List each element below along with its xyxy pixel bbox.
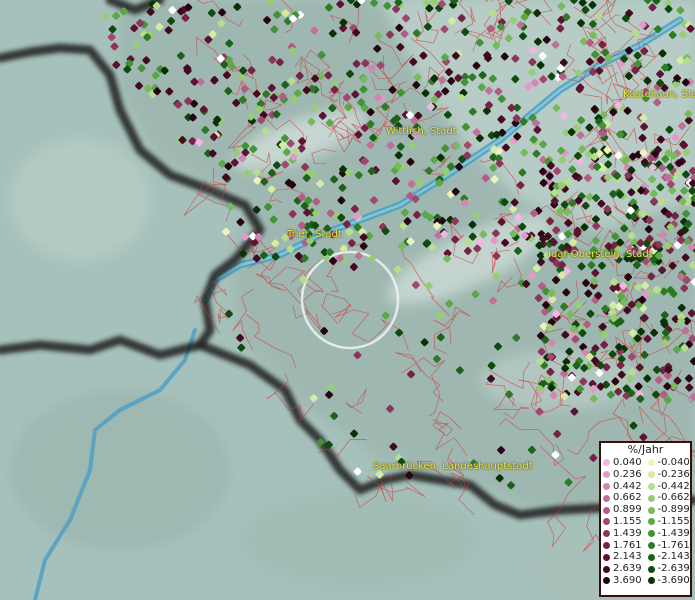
map-legend: %/Jahr 0.040 -0.040 0.236 -0.236 0.442 -0.442…	[599, 441, 692, 597]
legend-label: 0.040	[613, 457, 642, 468]
legend-label: -0.899	[657, 504, 690, 516]
legend-row: 2.143 -2.143	[601, 551, 690, 563]
legend-swatch	[603, 530, 610, 538]
legend-row: 0.236 -0.236	[601, 469, 690, 481]
legend-entry-positive: 1.155	[601, 516, 646, 528]
legend-label: 3.690	[613, 574, 642, 586]
map-canvas[interactable]	[0, 0, 695, 600]
legend-label: 0.442	[613, 480, 642, 492]
place-label-trier: Trier, Stadt	[287, 229, 342, 240]
legend-swatch	[647, 541, 655, 549]
legend-title: %/Jahr	[627, 443, 664, 456]
legend-entry-positive: 0.236	[601, 469, 646, 481]
place-label-idar-oberstein: Idar-Oberstein, Stadt	[548, 249, 653, 260]
legend-swatch	[603, 471, 610, 479]
legend-swatch	[647, 471, 655, 479]
legend-entry-positive: 0.442	[601, 481, 646, 493]
legend-swatch	[647, 518, 655, 526]
legend-row: 1.761 -1.761	[601, 540, 690, 552]
legend-entry-positive: 0.040	[601, 457, 646, 469]
legend-swatch	[603, 541, 610, 549]
legend-swatch	[603, 553, 610, 561]
legend-label: 1.155	[613, 515, 642, 527]
legend-entry-negative: -1.761	[646, 540, 691, 552]
legend-swatch	[647, 506, 655, 514]
legend-swatch	[647, 494, 655, 502]
legend-row: 0.442 -0.442	[601, 481, 690, 493]
legend-row: 3.690 -3.690	[601, 575, 690, 587]
legend-swatch	[603, 506, 610, 514]
legend-entry-positive: 0.662	[601, 492, 646, 504]
legend-entry-negative: -2.639	[646, 563, 691, 575]
legend-entry-negative: -0.236	[646, 469, 691, 481]
legend-label: 0.236	[613, 468, 642, 480]
legend-entry-negative: -1.439	[646, 528, 691, 540]
place-label-kastellaun: Kastellaun, Sta	[623, 89, 695, 100]
legend-label: -0.442	[657, 480, 690, 492]
legend-swatch	[603, 518, 610, 526]
legend-row: 0.040 -0.040	[601, 457, 690, 469]
legend-entry-negative: -2.143	[646, 551, 691, 563]
legend-entry-positive: 3.690	[601, 575, 646, 587]
legend-entry-positive: 2.639	[601, 563, 646, 575]
legend-label: -1.439	[657, 527, 690, 539]
legend-swatch	[647, 530, 655, 538]
legend-row: 0.899 -0.899	[601, 504, 690, 516]
legend-entry-positive: 0.899	[601, 504, 646, 516]
legend-swatch	[603, 494, 610, 502]
legend-label: 2.143	[613, 551, 642, 563]
place-label-wittlich: Wittlich, Stadt	[386, 126, 457, 137]
legend-swatch	[647, 482, 655, 490]
legend-entry-positive: 1.761	[601, 540, 646, 552]
legend-label: -2.639	[657, 563, 690, 575]
legend-entry-negative: -1.155	[646, 516, 691, 528]
legend-label: 2.639	[613, 563, 642, 575]
legend-row: 1.439 -1.439	[601, 528, 690, 540]
legend-entry-negative: -0.442	[646, 481, 691, 493]
legend-entry-negative: -0.662	[646, 492, 691, 504]
legend-label: -0.236	[657, 468, 690, 480]
legend-label: -0.040	[657, 457, 690, 468]
legend-swatch	[603, 577, 610, 585]
legend-label: 1.439	[613, 527, 642, 539]
legend-entry-negative: -3.690	[646, 575, 691, 587]
legend-label: -1.155	[657, 515, 690, 527]
place-label-saarbruecken: Saarbrücken, Landeshauptstadt	[373, 461, 533, 472]
legend-label: 0.899	[613, 504, 642, 516]
legend-label: 0.662	[613, 492, 642, 504]
legend-label: -2.143	[657, 551, 690, 563]
legend-row: 1.155 -1.155	[601, 516, 690, 528]
legend-entry-negative: -0.899	[646, 504, 691, 516]
legend-label: 1.761	[613, 539, 642, 551]
legend-entry-positive: 2.143	[601, 551, 646, 563]
legend-entry-negative: -0.040	[646, 457, 691, 469]
legend-label: -0.662	[657, 492, 690, 504]
legend-label: -1.761	[657, 539, 690, 551]
legend-row: 2.639 -2.639	[601, 563, 690, 575]
legend-swatch	[647, 577, 655, 585]
legend-swatch	[603, 565, 610, 573]
legend-swatch	[603, 482, 610, 490]
legend-row: 0.662 -0.662	[601, 492, 690, 504]
legend-entry-positive: 1.439	[601, 528, 646, 540]
legend-label: -3.690	[657, 574, 690, 586]
legend-swatch	[647, 565, 655, 573]
legend-swatch	[603, 459, 610, 467]
legend-swatch	[647, 459, 655, 467]
legend-swatch	[647, 553, 655, 561]
legend-rows: 0.040 -0.040 0.236 -0.236 0.442 -0.442 0.662 -0…	[601, 457, 690, 587]
